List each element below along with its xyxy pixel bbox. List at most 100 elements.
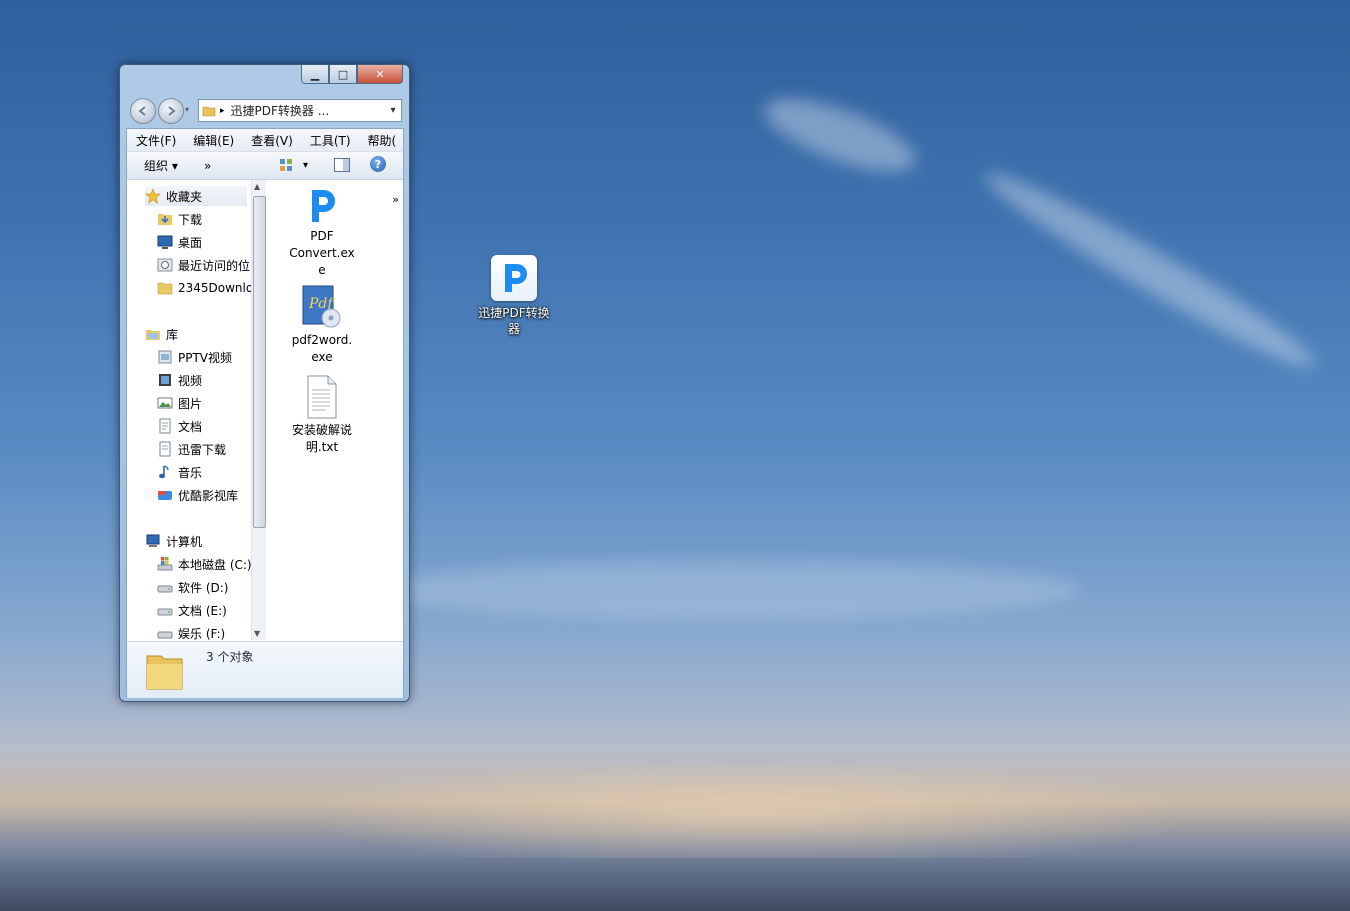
- nav-item-thunder-downloads[interactable]: 迅雷下载: [157, 439, 226, 459]
- menu-edit[interactable]: 编辑(E): [184, 132, 242, 149]
- file-name: Convert.ex: [289, 246, 355, 260]
- nav-item-label: 文档 (E:): [178, 603, 227, 618]
- hard-drive-icon: [157, 608, 173, 616]
- address-bar[interactable]: ▸ 迅捷PDF转换器 ... ▾: [198, 99, 402, 122]
- nav-item-documents[interactable]: 文档: [157, 416, 202, 436]
- menu-view[interactable]: 查看(V): [242, 132, 301, 149]
- file-name: 明.txt: [305, 440, 339, 454]
- nav-item-recent-places[interactable]: 最近访问的位: [157, 255, 250, 275]
- explorer-window[interactable]: ▁ □ ✕ ▾ ▸ 迅捷PDF转换器 ... ▾ 文件(F) 编辑(E) 查看(…: [119, 64, 410, 702]
- menu-tools[interactable]: 工具(T): [301, 132, 359, 149]
- file-name: exe: [311, 350, 333, 364]
- menu-help[interactable]: 帮助(: [359, 132, 399, 149]
- hard-drive-icon: [157, 631, 173, 639]
- file-name: pdf2word.: [291, 333, 353, 347]
- nav-item-label: 下载: [178, 212, 203, 227]
- history-dropdown-icon[interactable]: ▾: [185, 105, 189, 114]
- cloud: [975, 157, 1325, 383]
- menu-bar: 文件(F) 编辑(E) 查看(V) 工具(T) 帮助( »: [127, 129, 403, 206]
- toolbar-overflow-icon[interactable]: »: [204, 159, 211, 173]
- nav-item-label: 2345Downlo: [178, 281, 254, 295]
- system-drive-icon: [157, 557, 173, 571]
- scroll-down-icon[interactable]: ▼: [254, 629, 260, 638]
- nav-item-label: PPTV视频: [178, 350, 233, 365]
- file-name: 安装破解说: [291, 423, 352, 437]
- nav-item-pictures[interactable]: 图片: [157, 393, 202, 413]
- scrollbar-thumb[interactable]: [253, 196, 266, 528]
- video-icon: [159, 374, 171, 386]
- nav-item-downloads[interactable]: 下载: [157, 209, 202, 229]
- sea-horizon: [0, 858, 1350, 911]
- nav-item-label: 图片: [178, 396, 203, 411]
- file-name: PDF: [310, 229, 334, 243]
- nav-item-label: 娱乐 (F:): [178, 626, 226, 641]
- file-name: e: [318, 263, 326, 277]
- breadcrumb-separator-icon: ▸: [220, 105, 225, 116]
- change-view-icon[interactable]: [279, 158, 293, 172]
- preview-pane-icon[interactable]: [334, 158, 350, 172]
- pdf-convert-exe-icon: [302, 186, 342, 226]
- cloud: [756, 84, 924, 186]
- scroll-up-icon[interactable]: ▲: [254, 182, 260, 191]
- nav-item-youku-library[interactable]: 优酷影视库: [157, 485, 238, 505]
- item-count: 3 个对象: [206, 650, 254, 664]
- back-button[interactable]: [130, 98, 156, 124]
- nav-pane-scrollbar[interactable]: ▲ ▼: [251, 180, 266, 640]
- nav-item-drive-e[interactable]: 文档 (E:): [157, 600, 227, 620]
- details-pane: 3 个对象: [127, 641, 403, 698]
- sunset-glow: [300, 760, 1200, 870]
- documents-icon: [159, 418, 171, 434]
- nav-item-music[interactable]: 音乐: [157, 462, 202, 482]
- arrow-left-icon: [138, 106, 146, 116]
- nav-favorites[interactable]: 收藏夹: [145, 186, 247, 206]
- minimize-button[interactable]: ▁: [301, 65, 329, 84]
- desktop-icon-pdf-converter[interactable]: 迅捷PDF转换器: [472, 255, 556, 337]
- help-icon[interactable]: ?: [370, 156, 386, 172]
- nav-item-label: 最近访问的位: [178, 258, 251, 273]
- nav-item-label: 软件 (D:): [178, 580, 229, 595]
- file-item-pdf2word-exe[interactable]: Pdf pdf2word. exe: [283, 284, 361, 366]
- window-client: 文件(F) 编辑(E) 查看(V) 工具(T) 帮助( » 组织 ▾ » ▾ ?: [126, 128, 404, 698]
- nav-favorites-label: 收藏夹: [166, 189, 203, 204]
- nav-item-label: 音乐: [178, 465, 203, 480]
- forward-button[interactable]: [158, 98, 184, 124]
- music-icon: [159, 465, 169, 479]
- desktop-icon: [157, 235, 173, 249]
- nav-item-label: 优酷影视库: [178, 488, 239, 503]
- star-icon: [145, 188, 161, 204]
- address-path[interactable]: 迅捷PDF转换器 ...: [231, 102, 385, 119]
- folder-icon: [202, 106, 216, 116]
- nav-item-label: 文档: [178, 419, 203, 434]
- nav-item-drive-c[interactable]: 本地磁盘 (C:): [157, 554, 252, 574]
- close-button[interactable]: ✕: [357, 65, 403, 84]
- caption-buttons: ▁ □ ✕: [301, 65, 403, 84]
- desktop-icon-label: 迅捷PDF转换器: [478, 306, 550, 336]
- nav-computer[interactable]: 计算机: [145, 531, 202, 551]
- nav-computer-label: 计算机: [166, 534, 203, 549]
- pdf2word-exe-icon: Pdf: [299, 284, 345, 330]
- address-dropdown-icon[interactable]: ▾: [385, 105, 401, 116]
- view-dropdown-icon[interactable]: ▾: [303, 160, 308, 171]
- recent-places-icon: [157, 258, 173, 272]
- nav-item-drive-f[interactable]: 娱乐 (F:): [157, 623, 225, 640]
- library-folder-icon: [158, 350, 172, 364]
- hard-drive-icon: [157, 585, 173, 593]
- nav-item-pptv-video[interactable]: PPTV视频: [157, 347, 232, 367]
- menu-file[interactable]: 文件(F): [127, 132, 184, 149]
- nav-item-label: 迅雷下载: [178, 442, 227, 457]
- nav-item-videos[interactable]: 视频: [157, 370, 202, 390]
- command-toolbar: 组织 ▾ » ▾ ?: [127, 152, 403, 180]
- maximize-button[interactable]: □: [329, 65, 357, 84]
- nav-item-label: 本地磁盘 (C:): [178, 557, 252, 572]
- computer-icon: [146, 534, 160, 547]
- nav-item-desktop[interactable]: 桌面: [157, 232, 202, 252]
- pictures-icon: [157, 397, 173, 409]
- nav-item-drive-d[interactable]: 软件 (D:): [157, 577, 228, 597]
- file-item-install-readme-txt[interactable]: 安装破解说 明.txt: [283, 374, 361, 456]
- file-item-pdf-convert-exe[interactable]: PDF Convert.ex e: [283, 186, 361, 279]
- organize-button[interactable]: 组织 ▾: [144, 157, 178, 174]
- pdf-converter-icon: [491, 255, 537, 301]
- folder-icon: [146, 655, 183, 690]
- nav-libraries[interactable]: 库: [145, 324, 178, 344]
- nav-item-2345downloads[interactable]: 2345Downlo: [157, 278, 253, 298]
